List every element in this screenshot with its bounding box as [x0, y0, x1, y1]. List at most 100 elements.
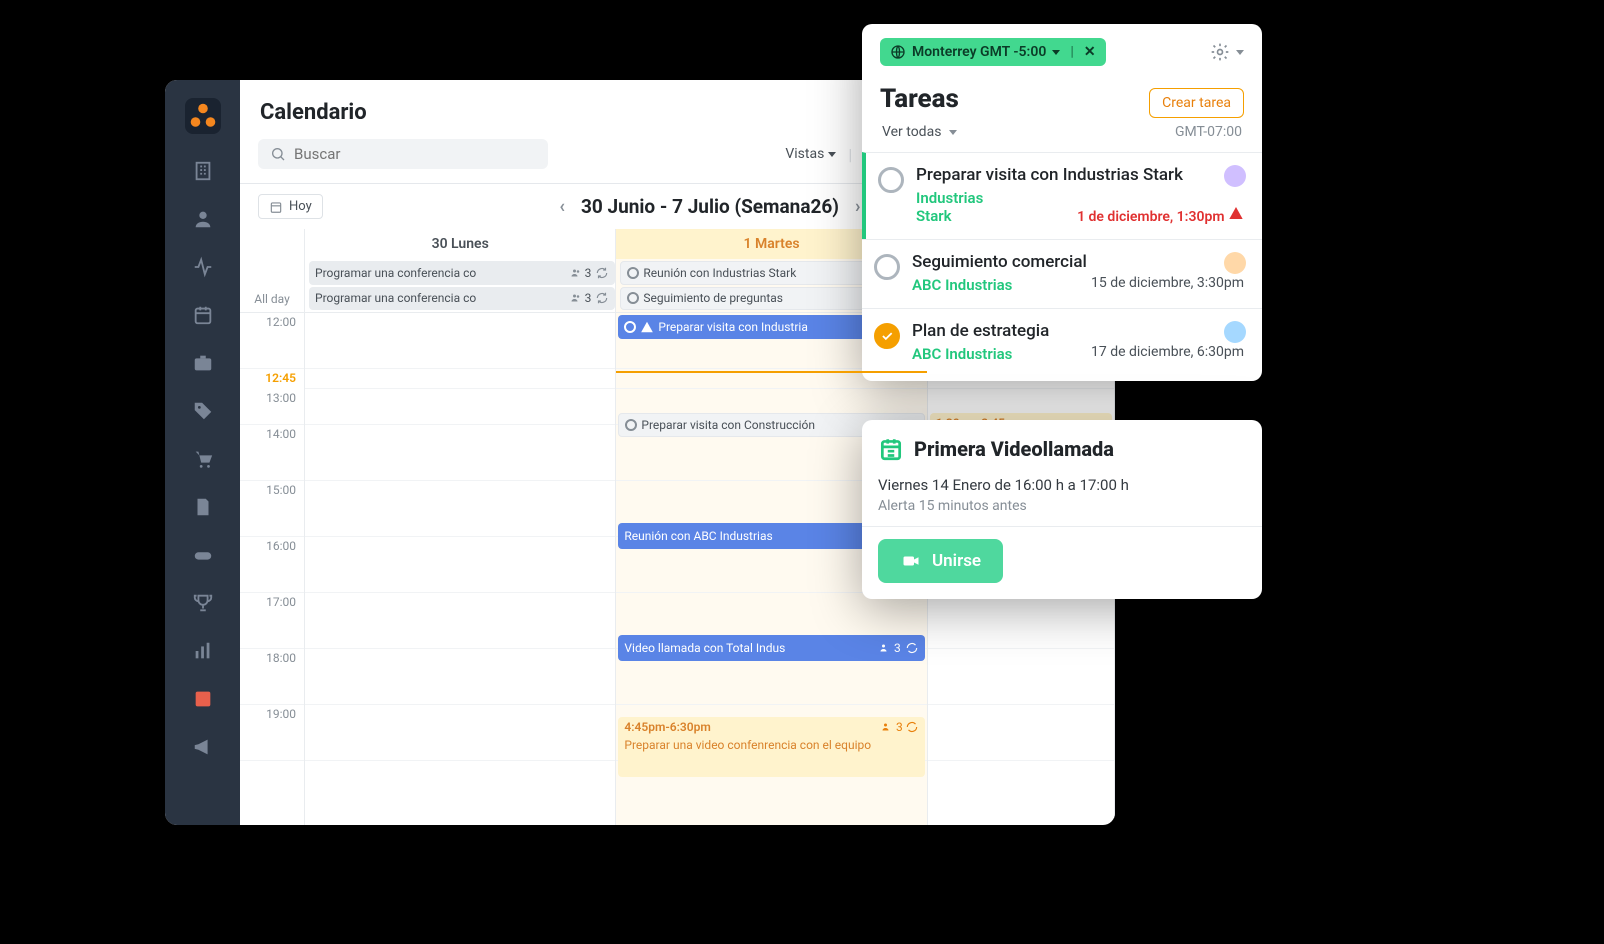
day-col-mon: 30 Lunes Programar una conferencia co 3 …: [305, 229, 616, 825]
tasks-header: Tareas Crear tarea: [862, 80, 1262, 120]
event-title: Video llamada con Total Indus: [624, 641, 785, 655]
task-row[interactable]: Preparar visita con Industrias Stark Ind…: [862, 152, 1262, 239]
event-title: Seguimiento de preguntas: [643, 291, 783, 305]
video-camera-icon: [900, 552, 922, 570]
tasks-title: Tareas: [880, 84, 959, 114]
close-icon[interactable]: ✕: [1084, 44, 1096, 60]
event-allday[interactable]: Programar una conferencia co 3: [309, 287, 615, 311]
event-block[interactable]: Video llamada con Total Indus 3: [618, 635, 924, 661]
join-button[interactable]: Unirse: [878, 539, 1003, 583]
event-allday[interactable]: Programar una conferencia co 3: [309, 261, 615, 285]
avatar: [1224, 321, 1246, 343]
globe-icon: [890, 44, 906, 60]
create-task-button[interactable]: Crear tarea: [1149, 88, 1244, 118]
task-title: Preparar visita con Industrias Stark: [916, 165, 1244, 185]
sync-icon: [595, 266, 609, 280]
doc-icon[interactable]: [192, 496, 214, 518]
report-icon[interactable]: [192, 688, 214, 710]
call-title: Primera Videollamada: [914, 437, 1114, 461]
settings-group[interactable]: [1210, 42, 1244, 62]
calendar-event-icon: [878, 436, 904, 462]
event-title: Preparar visita con Industria: [658, 320, 807, 334]
people-count: 3: [896, 720, 903, 734]
task-date-text: 1 de diciembre, 1:30pm: [1077, 209, 1224, 225]
time-slot: 15:00: [240, 481, 304, 537]
filter-views-label: Vistas: [785, 146, 824, 162]
call-datetime: Viernes 14 Enero de 16:00 h a 17:00 h: [878, 476, 1246, 494]
people-count: 3: [894, 641, 901, 655]
today-button[interactable]: Hoy: [258, 194, 323, 219]
time-slot: 18:00: [240, 649, 304, 705]
time-slot-now: 12:45: [240, 369, 304, 389]
avatar: [1224, 165, 1246, 187]
task-date: 15 de diciembre, 3:30pm: [1091, 275, 1244, 291]
avatar: [1224, 252, 1246, 274]
call-header: Primera Videollamada: [878, 436, 1246, 462]
sync-icon: [905, 641, 919, 655]
unchecked-circle-icon: [624, 321, 636, 333]
megaphone-icon[interactable]: [192, 736, 214, 758]
event-title: Preparar visita con Construcción: [641, 418, 815, 432]
task-row[interactable]: Plan de estrategia ABC Industrias 17 de …: [862, 308, 1262, 377]
task-row[interactable]: Seguimiento comercial ABC Industrias 15 …: [862, 239, 1262, 308]
app-logo[interactable]: [185, 98, 221, 134]
allday-label: All day: [240, 229, 304, 313]
search-icon: [270, 146, 286, 162]
unchecked-circle-icon: [627, 292, 639, 304]
sidebar: [165, 80, 240, 825]
task-checkbox[interactable]: [874, 254, 900, 280]
task-title: Seguimiento comercial: [912, 252, 1244, 272]
chevron-down-icon: [828, 152, 836, 157]
event-title: Programar una conferencia co: [315, 291, 476, 305]
now-indicator: [616, 371, 926, 373]
call-panel: Primera Videollamada Viernes 14 Enero de…: [862, 420, 1262, 599]
time-slot: 13:00: [240, 389, 304, 425]
people-icon: [880, 721, 894, 733]
divider: |: [1070, 44, 1074, 60]
join-label: Unirse: [932, 551, 981, 571]
task-body: Plan de estrategia ABC Industrias 17 de …: [912, 321, 1244, 363]
filter-views[interactable]: Vistas: [775, 140, 846, 168]
sync-icon: [905, 720, 919, 734]
tag-icon[interactable]: [192, 400, 214, 422]
task-checkbox-done[interactable]: [874, 323, 900, 349]
people-icon: [569, 267, 583, 279]
tasks-panel: Monterrey GMT -5:00 | ✕ Tareas Crear tar…: [862, 24, 1262, 381]
user-icon[interactable]: [192, 208, 214, 230]
time-slot: 19:00: [240, 705, 304, 761]
call-alert: Alerta 15 minutos antes: [878, 498, 1246, 514]
prev-week-button[interactable]: ‹: [559, 196, 565, 217]
view-all-link[interactable]: Ver todas: [882, 124, 941, 140]
timezone-pill[interactable]: Monterrey GMT -5:00 | ✕: [880, 38, 1106, 66]
bar-chart-icon[interactable]: [192, 640, 214, 662]
activity-icon[interactable]: [192, 256, 214, 278]
next-week-button[interactable]: ›: [855, 196, 860, 217]
search-input[interactable]: [294, 145, 536, 163]
task-checkbox[interactable]: [878, 167, 904, 193]
event-block[interactable]: 4:45pm-6:30pm 3 Preparar una video confe…: [618, 717, 924, 777]
trophy-icon[interactable]: [192, 592, 214, 614]
event-title: Preparar una video confenrencia con el e…: [624, 738, 871, 752]
task-company: ABC Industrias: [912, 345, 1012, 363]
unchecked-circle-icon: [625, 419, 637, 431]
people-count: 3: [585, 291, 592, 305]
briefcase-icon[interactable]: [192, 352, 214, 374]
date-nav: ‹ 30 Junio - 7 Julio (Semana26) ›: [559, 195, 860, 218]
gamepad-icon[interactable]: [192, 544, 214, 566]
time-slot: 17:00: [240, 593, 304, 649]
calendar-icon[interactable]: [192, 304, 214, 326]
cart-icon[interactable]: [192, 448, 214, 470]
people-count: 3: [585, 266, 592, 280]
chevron-down-icon: [949, 130, 957, 135]
task-date: 1 de diciembre, 1:30pm: [1077, 205, 1244, 225]
unchecked-circle-icon: [627, 267, 639, 279]
date-range: 30 Junio - 7 Julio (Semana26): [581, 195, 839, 218]
search-box[interactable]: [258, 139, 548, 169]
sync-icon: [595, 291, 609, 305]
building-icon[interactable]: [192, 160, 214, 182]
tasks-panel-top: Monterrey GMT -5:00 | ✕: [862, 24, 1262, 80]
event-title: Programar una conferencia co: [315, 266, 476, 280]
people-icon: [878, 642, 892, 654]
task-company: Industrias Stark: [916, 189, 1006, 225]
hours-mon[interactable]: [305, 313, 615, 825]
